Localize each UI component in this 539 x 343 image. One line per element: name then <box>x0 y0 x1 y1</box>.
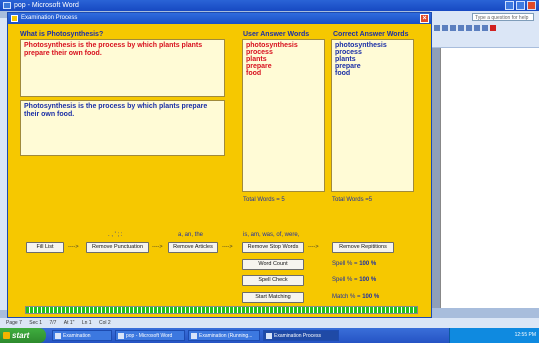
list-item: process <box>335 49 362 56</box>
list-item: prepare <box>246 63 272 70</box>
correct-total-words: Total Words =5 <box>332 197 373 203</box>
list-item: food <box>246 70 262 77</box>
highlight-icon[interactable] <box>482 25 488 31</box>
taskbar-item-exam-process[interactable]: Examination Process <box>263 330 339 341</box>
remove-stop-words-button[interactable]: Remove Stop Words <box>242 242 304 253</box>
user-words-list[interactable]: photosynthesis process plants prepare fo… <box>242 39 325 192</box>
start-label: start <box>12 331 30 340</box>
arrow: ----> <box>68 244 79 250</box>
status-col: Col 2 <box>98 320 111 326</box>
windows-logo-icon <box>3 332 10 339</box>
match-label: Match % = <box>332 294 361 300</box>
examination-dialog: Examination Process × What is Photosynth… <box>7 12 432 318</box>
remove-punctuation-button[interactable]: Remove Punctuation <box>86 242 149 253</box>
remove-repetitions-button[interactable]: Remove Repititions <box>332 242 394 253</box>
user-answer-textarea[interactable]: Photosynthesis is the process by which p… <box>20 39 225 97</box>
status-at: At 1" <box>63 320 75 326</box>
match-percent: Match % = 100 % <box>332 294 379 300</box>
status-pages: 7/7 <box>49 320 57 326</box>
arrow: ----> <box>152 244 163 250</box>
correct-answer-textarea[interactable]: Photosynthesis is the process by which p… <box>20 100 225 156</box>
spell-check-button[interactable]: Spell Check <box>242 275 304 286</box>
fill-list-button[interactable]: Fill List <box>26 242 64 253</box>
help-search-input[interactable]: Type a question for help <box>472 13 534 21</box>
indent-icon[interactable] <box>466 25 472 31</box>
list-item: food <box>335 70 351 77</box>
spell-value: 100 % <box>359 277 377 283</box>
list-item: prepare <box>335 63 361 70</box>
status-page: Page 7 <box>6 320 22 326</box>
taskbar-item-word[interactable]: pop - Microsoft Word <box>115 330 185 341</box>
taskbar-item-running[interactable]: Examination (Running... <box>188 330 260 341</box>
word-title: pop - Microsoft Word <box>14 2 79 9</box>
word-window-controls <box>505 1 536 10</box>
user-total-text: Total Words = 5 <box>243 197 285 203</box>
border-icon[interactable] <box>474 25 480 31</box>
word-count-button[interactable]: Word Count <box>242 259 304 270</box>
arrow: ----> <box>308 244 319 250</box>
taskbar: start Examination pop - Microsoft Word E… <box>0 328 539 343</box>
clock: 12:55 PM <box>514 332 536 338</box>
progress-bar <box>25 306 418 314</box>
articles-label: a, an, the <box>178 232 204 238</box>
arrow: ----> <box>222 244 233 250</box>
status-line: Ln 1 <box>81 320 92 326</box>
punctuation-label: . , ' ; : <box>108 232 123 238</box>
minimize-icon[interactable] <box>505 1 514 10</box>
font-color-icon[interactable] <box>490 25 496 31</box>
spell-label: Spell % = <box>332 277 358 283</box>
status-section: Sec 1 <box>29 320 43 326</box>
user-total-words: Total Words = 5 <box>243 197 285 203</box>
spell-label: Spell % = <box>332 261 358 267</box>
start-matching-button[interactable]: Start Matching <box>242 292 304 303</box>
list-item: process <box>246 49 273 56</box>
stop-words-label: is, am, was, of, were, <box>243 232 300 238</box>
list-icon[interactable] <box>450 25 456 31</box>
document-page[interactable] <box>440 48 539 308</box>
list-item: photosynthesis <box>335 42 387 49</box>
list-icon[interactable] <box>458 25 464 31</box>
close-icon[interactable] <box>527 1 536 10</box>
correct-words-list[interactable]: photosynthesis process plants prepare fo… <box>331 39 414 192</box>
taskbar-item-examination[interactable]: Examination <box>52 330 112 341</box>
formatting-toolbar <box>434 25 496 31</box>
taskbar-items: Examination pop - Microsoft Word Examina… <box>52 330 339 341</box>
dialog-title-bar: Examination Process × <box>8 13 431 24</box>
maximize-icon[interactable] <box>516 1 525 10</box>
align-icon[interactable] <box>442 25 448 31</box>
list-item: plants <box>335 56 356 63</box>
list-item: plants <box>246 56 267 63</box>
word-title-bar: pop - Microsoft Word <box>0 0 539 11</box>
spell-percent-1: Spell % = 100 % <box>332 261 376 267</box>
system-tray: 12:55 PM <box>449 328 539 343</box>
list-item: photosynthesis <box>246 42 298 49</box>
close-icon[interactable]: × <box>420 14 429 23</box>
match-value: 100 % <box>362 294 380 300</box>
align-icon[interactable] <box>434 25 440 31</box>
progress-fill <box>26 307 417 313</box>
dialog-title: Examination Process <box>21 15 78 21</box>
vertical-ruler <box>0 18 7 310</box>
app-icon <box>11 15 18 22</box>
start-button[interactable]: start <box>0 328 46 343</box>
spell-percent-2: Spell % = 100 % <box>332 277 376 283</box>
word-icon <box>3 2 11 9</box>
word-status-bar: Page 7 Sec 1 7/7 At 1" Ln 1 Col 2 <box>0 318 539 328</box>
spell-value: 100 % <box>359 261 377 267</box>
remove-articles-button[interactable]: Remove Articles <box>168 242 218 253</box>
correct-answer-label: Correct Answer Words <box>333 31 409 38</box>
user-answer-label: User Answer Words <box>243 31 310 38</box>
question-label: What is Photosynthesis? <box>20 31 104 38</box>
